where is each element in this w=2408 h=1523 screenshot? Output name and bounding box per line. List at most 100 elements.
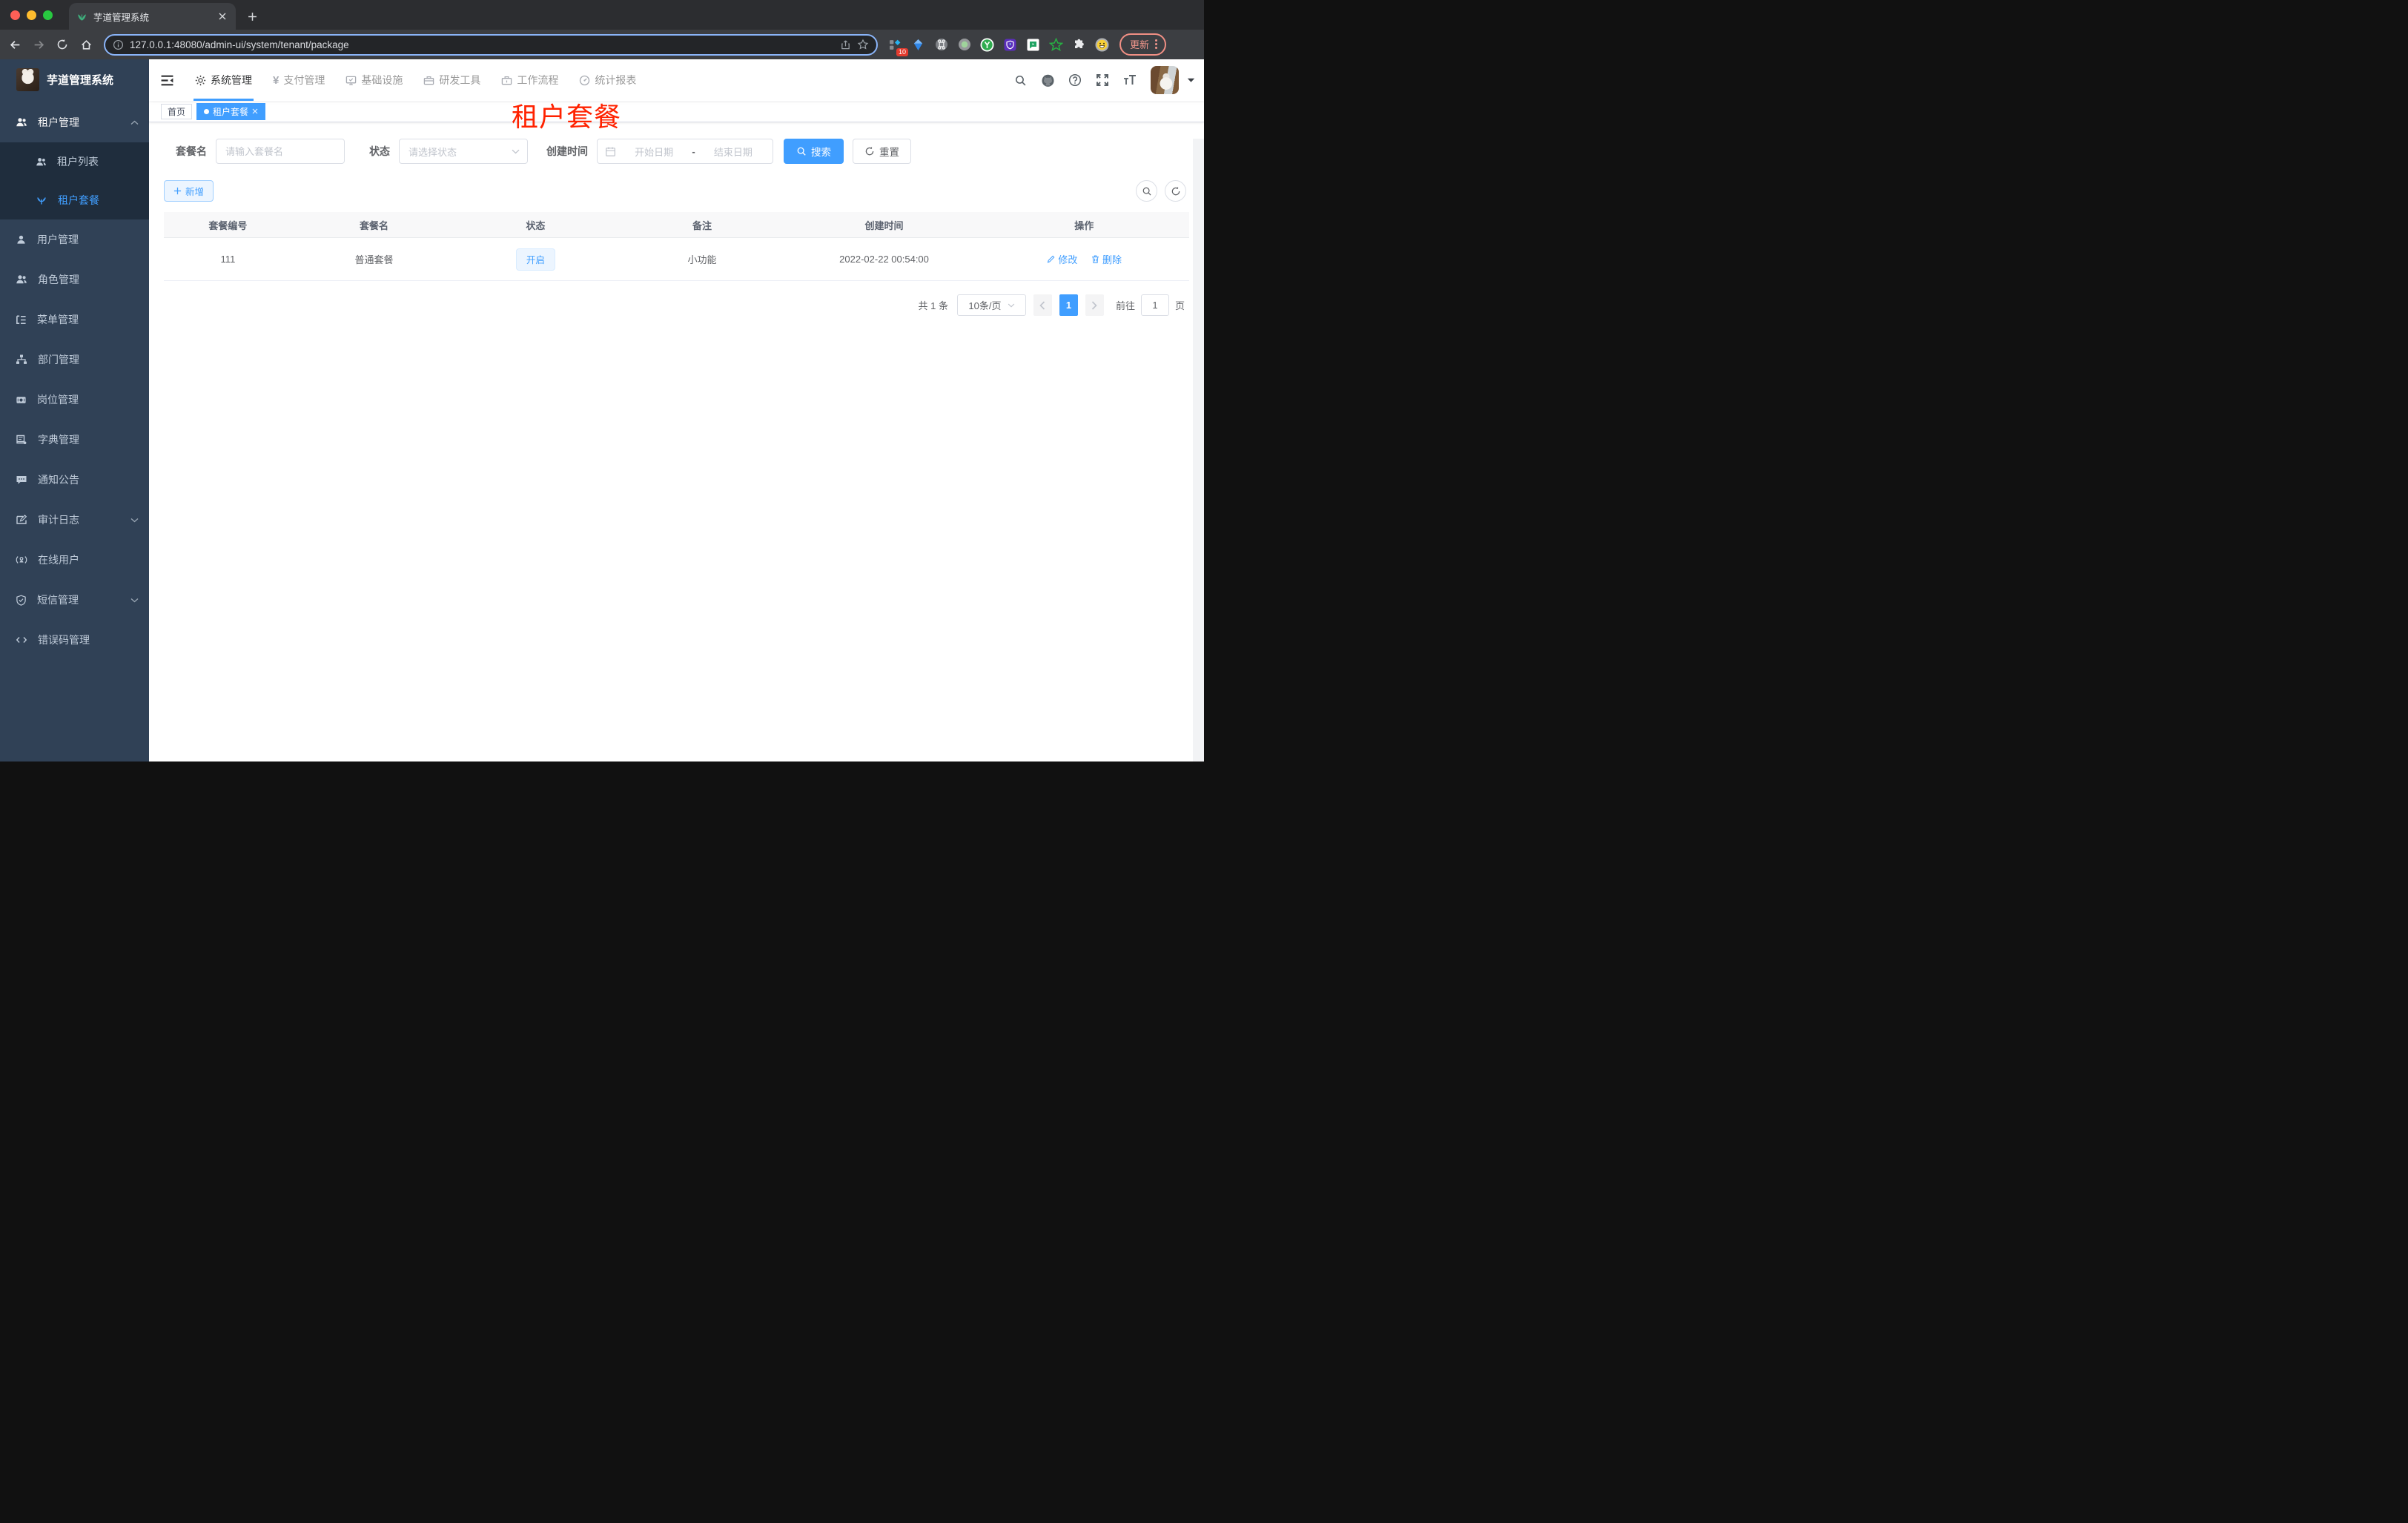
browser-tabstrip: 芋道管理系统: [0, 0, 1204, 30]
sidebar-item-online-users[interactable]: 在线用户: [0, 540, 149, 580]
browser-menu-icon[interactable]: [1155, 39, 1158, 49]
sidebar-item-tenant-management[interactable]: 租户管理: [0, 102, 149, 142]
prev-page-icon[interactable]: [1033, 294, 1052, 316]
sidebar-item-error-code[interactable]: 错误码管理: [0, 620, 149, 660]
chevron-down-icon: [130, 518, 139, 523]
gauge-icon: [579, 75, 590, 86]
extension-shield-icon[interactable]: [1000, 34, 1020, 55]
extension-y-icon[interactable]: [977, 34, 997, 55]
sidebar-item-user-management[interactable]: 用户管理: [0, 219, 149, 260]
search-button[interactable]: 搜索: [784, 139, 844, 164]
peoples-icon: [36, 156, 47, 168]
share-icon[interactable]: [840, 39, 851, 50]
home-icon[interactable]: [76, 34, 96, 55]
tab-close-icon[interactable]: [216, 10, 228, 22]
page-size-select[interactable]: 10条/页: [956, 294, 1026, 316]
page-title-overlay: 租户套餐: [512, 102, 622, 132]
font-size-icon[interactable]: [1119, 69, 1141, 91]
chevron-down-icon: [1008, 303, 1015, 308]
sidebar-item-post-management[interactable]: 岗位管理: [0, 380, 149, 420]
page-content: 套餐名 状态 请选择状态 创建时间: [149, 139, 1204, 762]
github-icon[interactable]: [1036, 69, 1059, 91]
nav-item-workflow[interactable]: 工作流程: [491, 59, 569, 101]
package-name-input[interactable]: [216, 139, 345, 164]
fullscreen-icon[interactable]: [1091, 69, 1114, 91]
goto-page-input[interactable]: [1140, 294, 1169, 316]
browser-tab[interactable]: 芋道管理系统: [69, 3, 236, 30]
nav-item-system[interactable]: 系统管理: [185, 59, 262, 101]
minimize-window-button[interactable]: [27, 10, 36, 20]
nav-item-dev-tools[interactable]: 研发工具: [413, 59, 491, 101]
new-tab-button[interactable]: [242, 6, 262, 27]
chrome-update-button[interactable]: 更新: [1119, 33, 1167, 56]
sidebar-menu: 租户管理 租户列表 租户套餐 用户管理 角色管理 菜单管理 部门管理 岗位管理 …: [0, 102, 149, 660]
forward-icon[interactable]: [28, 34, 49, 55]
reload-icon[interactable]: [52, 34, 73, 55]
sidebar-item-dict-management[interactable]: 字典管理: [0, 420, 149, 460]
sidebar-item-sms-management[interactable]: 短信管理: [0, 580, 149, 620]
status-select[interactable]: 请选择状态: [399, 139, 528, 164]
back-icon[interactable]: [4, 34, 25, 55]
end-date-placeholder[interactable]: 结束日期: [701, 145, 765, 159]
start-date-placeholder[interactable]: 开始日期: [622, 145, 686, 159]
sidebar-collapse-icon[interactable]: [149, 59, 185, 101]
site-info-icon[interactable]: [113, 39, 124, 50]
window-controls: [0, 0, 63, 30]
sidebar-item-audit-log[interactable]: 审计日志: [0, 500, 149, 540]
sidebar-item-tenant-package[interactable]: 租户套餐: [0, 181, 149, 219]
close-window-button[interactable]: [10, 10, 20, 20]
address-bar[interactable]: 127.0.0.1:48080/admin-ui/system/tenant/p…: [104, 33, 878, 56]
header-actions: [1009, 66, 1204, 94]
url-text[interactable]: 127.0.0.1:48080/admin-ui/system/tenant/p…: [130, 39, 834, 50]
extension-grid-icon[interactable]: 10: [885, 34, 908, 56]
extensions-puzzle-icon[interactable]: [1069, 34, 1089, 55]
extension-dot-icon[interactable]: [954, 34, 974, 55]
bookmark-star-icon[interactable]: [857, 39, 869, 50]
delete-link[interactable]: 删除: [1091, 252, 1122, 266]
reset-button[interactable]: 重置: [853, 139, 911, 164]
show-search-toggle-icon[interactable]: [1136, 180, 1157, 202]
yen-icon: ¥: [273, 73, 280, 87]
goto-label: 前往: [1115, 300, 1135, 311]
nav-item-payment[interactable]: ¥ 支付管理: [262, 59, 335, 101]
tag-close-icon[interactable]: [252, 108, 258, 114]
sidebar-item-dept-management[interactable]: 部门管理: [0, 340, 149, 380]
active-dot: [204, 108, 210, 114]
avatar-caret-icon[interactable]: [1187, 78, 1195, 83]
tab-title: 芋道管理系统: [93, 12, 150, 23]
app-logo-row[interactable]: 芋道管理系统: [0, 59, 149, 99]
sidebar-item-role-management[interactable]: 角色管理: [0, 260, 149, 300]
extension-command-icon[interactable]: [931, 34, 951, 55]
extension-gem-icon[interactable]: [908, 34, 928, 55]
tag-tenant-package[interactable]: 租户套餐: [196, 102, 266, 120]
status-badge: 开启: [515, 248, 555, 271]
package-table: 套餐编号 套餐名 状态 备注 创建时间 操作 111 普通套餐 开启 小功能 2…: [164, 212, 1189, 281]
sidebar-item-notice[interactable]: 通知公告: [0, 460, 149, 500]
date-separator: -: [692, 145, 695, 157]
sidebar-item-menu-management[interactable]: 菜单管理: [0, 300, 149, 340]
peoples-icon: [16, 116, 27, 128]
page-number-button[interactable]: 1: [1059, 294, 1078, 316]
sidebar-submenu-tenant: 租户列表 租户套餐: [0, 142, 149, 219]
screen: 芋道管理系统 127.0.0.1:48080/admin-ui/system/t…: [0, 0, 1204, 762]
zoom-window-button[interactable]: [43, 10, 53, 20]
nav-item-infrastructure[interactable]: 基础设施: [335, 59, 413, 101]
sidebar-item-tenant-list[interactable]: 租户列表: [0, 142, 149, 181]
form-pen-icon: [16, 514, 27, 526]
help-icon[interactable]: [1064, 69, 1086, 91]
user-avatar[interactable]: [1151, 66, 1179, 94]
date-range-picker[interactable]: 开始日期 - 结束日期: [597, 139, 773, 164]
extension-chat-icon[interactable]: [1023, 34, 1043, 55]
peoples-icon: [16, 274, 27, 285]
search-icon[interactable]: [1009, 69, 1031, 91]
edit-link[interactable]: 修改: [1046, 252, 1077, 266]
tag-home[interactable]: 首页: [161, 103, 193, 119]
profile-smiley-icon[interactable]: [1092, 34, 1112, 55]
add-button[interactable]: 新增: [164, 180, 214, 202]
next-page-icon[interactable]: [1085, 294, 1104, 316]
filter-status-label: 状态: [369, 145, 390, 157]
refresh-icon[interactable]: [1165, 180, 1186, 202]
gear-icon: [195, 75, 206, 86]
nav-item-reports[interactable]: 统计报表: [569, 59, 646, 101]
extension-star-icon[interactable]: [1046, 34, 1066, 55]
